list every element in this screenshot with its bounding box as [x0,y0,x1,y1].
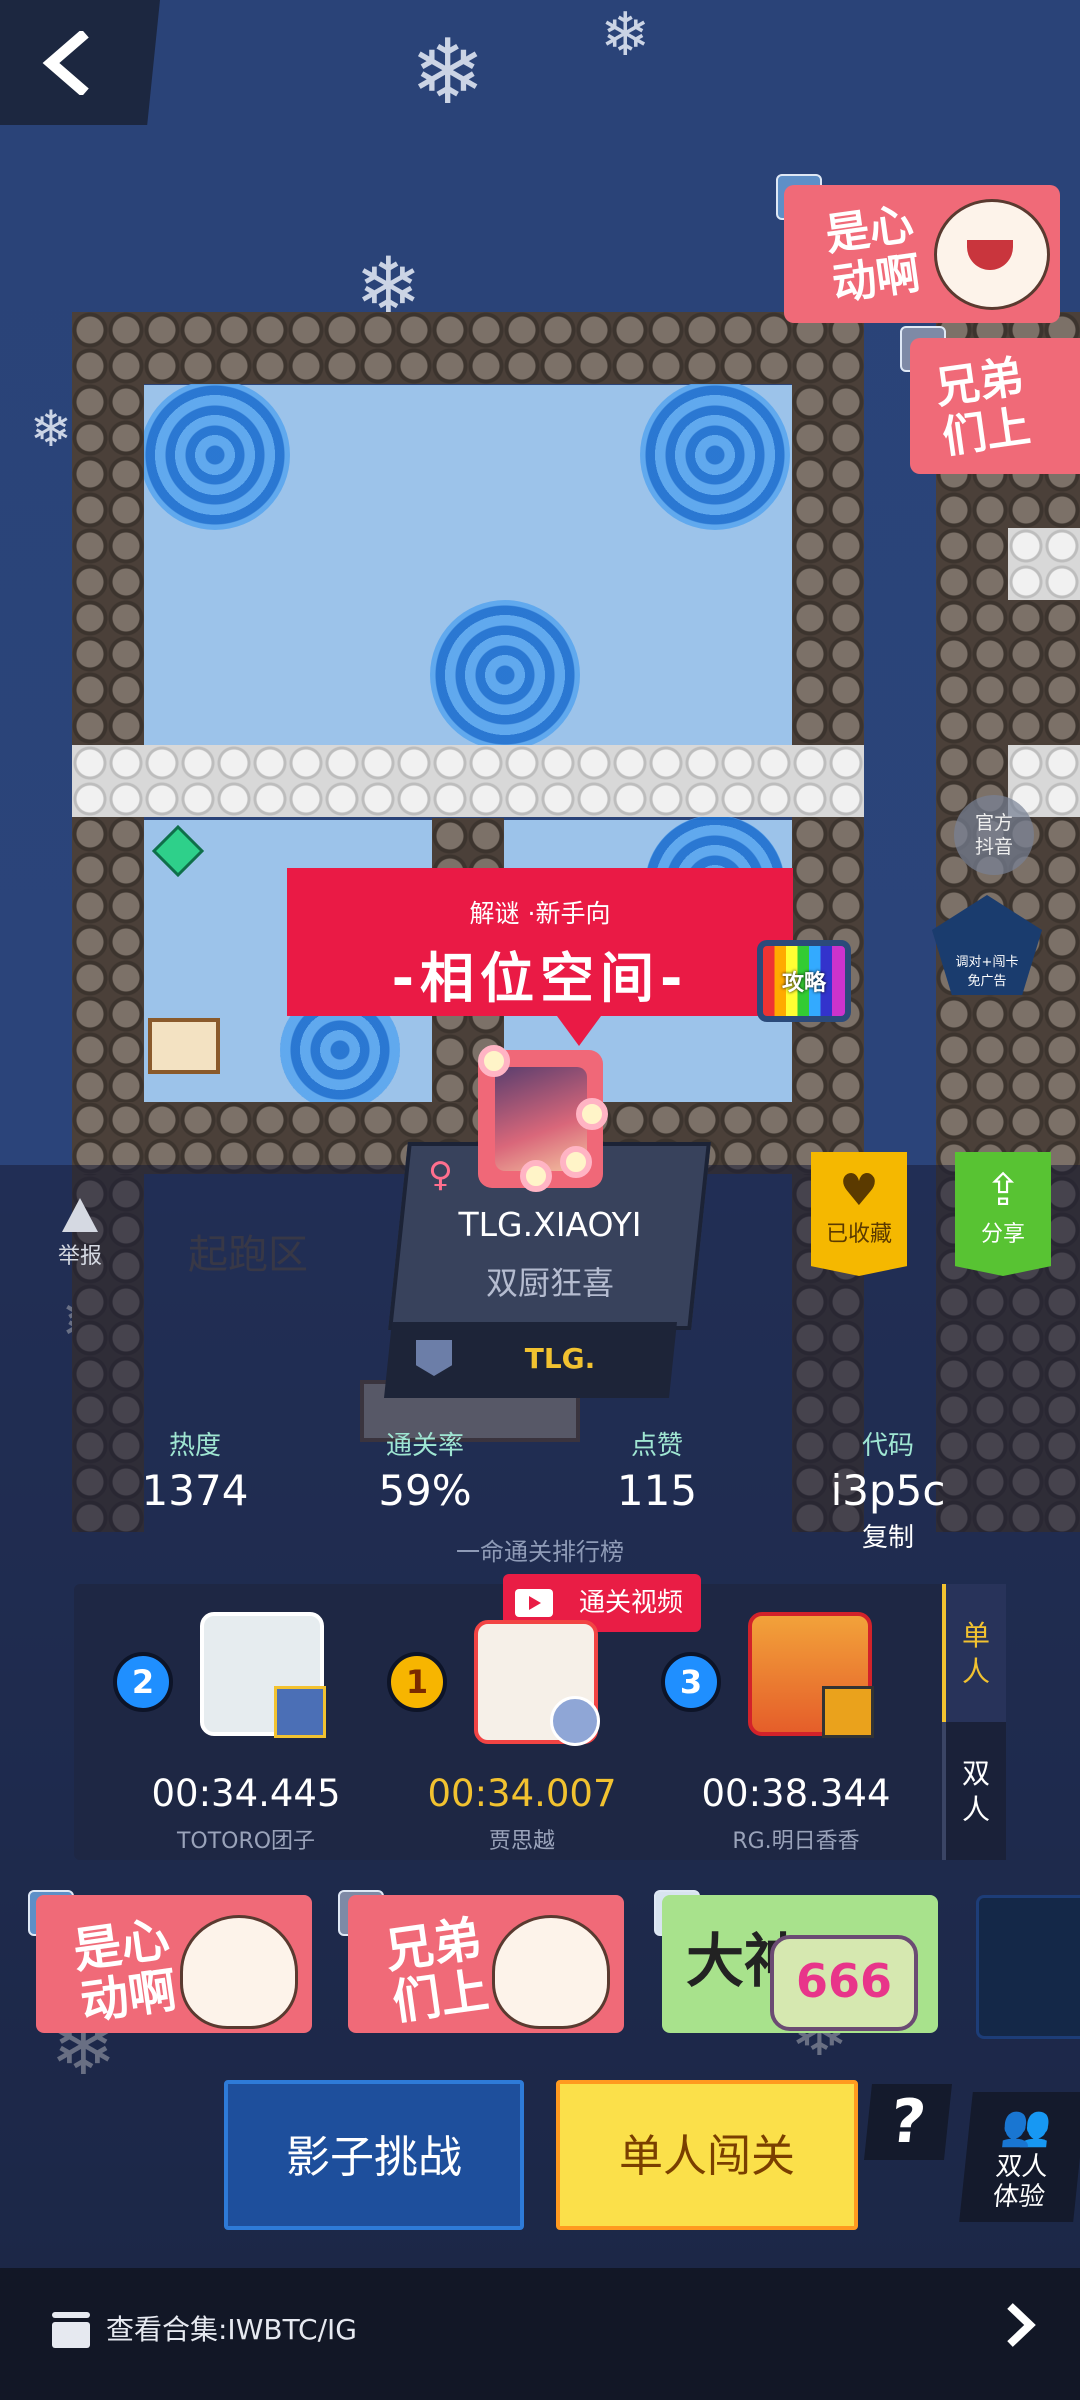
bunny-icon [934,199,1050,310]
share-button[interactable]: ⇪ 分享 [955,1152,1051,1276]
player-time: 00:34.007 [427,1772,617,1815]
tab-duo[interactable]: 双 人 [942,1722,1006,1860]
female-icon: ♀ [428,1155,453,1195]
emote-text: 是心 动啊 [69,1910,181,2032]
sticker-text: 是心 动啊 [822,198,924,311]
official-label: 官方 抖音 [974,812,1013,858]
report-label: 举报 [57,1244,102,1269]
guide-tv-button[interactable]: 攻略 [757,940,851,1022]
team-name: TLG. [524,1342,596,1375]
share-label: 分享 [980,1222,1025,1247]
bunny-icon [492,1915,610,2029]
flower-icon [560,1146,592,1178]
gem-icon [152,825,204,877]
rank-badge: 3 [661,1652,721,1712]
swirl-portal [140,380,290,530]
map-sign [148,1018,220,1074]
flower-icon [576,1098,608,1130]
stat-likes: 点赞 115 [587,1425,727,1515]
leaderboard-mode-tabs: 单 人 双 人 [942,1584,1006,1860]
level-tags: 解谜 ·新手向 [469,899,611,928]
author-title: 双厨狂喜 [485,1264,614,1302]
sticker-brothers-go: 兄弟 们上 [910,338,1080,474]
video-camera-icon [515,1589,553,1617]
back-chevron-icon [42,30,89,95]
emote-more-button[interactable] [976,1895,1080,2039]
player-time: 00:38.344 [701,1772,891,1815]
official-douyin-button[interactable]: 官方 抖音 [954,795,1034,875]
start-zone-label: 起跑区 [188,1232,308,1278]
emote-heart-moved[interactable]: 是心 动啊 [36,1895,312,2033]
snowflake-icon: ❄ [600,0,651,70]
player-avatar[interactable] [748,1612,874,1738]
emote-master-666[interactable]: 大神 666 [662,1895,938,2033]
map-wall [72,312,864,384]
player-avatar[interactable] [200,1612,326,1738]
heart-icon: ♥ [839,1165,879,1216]
tab-single[interactable]: 单 人 [942,1584,1006,1722]
two-people-icon: 👥 [998,2103,1054,2149]
stat-label: 代码 [861,1431,914,1461]
snowflake-icon: ❄ [30,400,72,458]
warning-icon [62,1198,98,1232]
stat-label: 点赞 [630,1431,683,1461]
player-name: TOTORO团子 [176,1829,316,1854]
flower-icon [478,1045,510,1077]
cake-666-icon: 666 [770,1935,918,2031]
rank-badge: 1 [387,1652,447,1712]
duo-label: 双人 体验 [991,2152,1050,2212]
avatar-badge [822,1686,874,1738]
promo-label: 调对+闯卡 免广告 [955,955,1019,989]
stat-heat: 热度 1374 [125,1425,265,1515]
bunny-icon [180,1915,298,2029]
stat-value: 59% [378,1466,472,1515]
flower-icon [520,1160,552,1192]
author-name: TLG.XIAOYI [458,1205,642,1244]
swirl-portal [430,600,580,750]
video-label: 通关视频 [578,1588,683,1618]
stat-clear-rate: 通关率 59% [355,1425,495,1515]
swirl-portal [640,380,790,530]
stat-label: 通关率 [385,1431,464,1461]
player-name: RG.明日香香 [732,1829,860,1854]
report-button[interactable]: 举报 [50,1198,110,1270]
favorite-label: 已收藏 [825,1222,892,1247]
share-icon: ⇪ [984,1165,1022,1216]
stat-value: 115 [616,1466,698,1515]
snowflake-icon: ❄ [410,20,486,125]
help-button[interactable]: ? [864,2084,952,2160]
leaderboard-title: 一命通关排行榜 [456,1538,624,1566]
stat-label: 热度 [168,1431,221,1461]
rank-badge: 2 [113,1652,173,1712]
emote-text: 兄弟 们上 [381,1910,493,2032]
emote-brothers-go[interactable]: 兄弟 们上 [348,1895,624,2033]
level-title-banner: 解谜 ·新手向 -相位空间- [287,868,793,1046]
guide-label: 攻略 [781,971,826,996]
duo-try-button[interactable]: 👥 双人 体验 [959,2092,1080,2222]
stat-value: i3p5c [830,1466,946,1515]
map-platform [1008,528,1080,600]
chevron-right-icon [1007,2303,1036,2347]
single-play-button[interactable]: 单人闯关 [556,2080,858,2230]
collection-stack-icon [52,2312,90,2348]
stat-code: 代码 i3p5c [818,1425,958,1515]
player-name: 贾思越 [488,1829,555,1854]
favorite-button[interactable]: ♥ 已收藏 [811,1152,907,1276]
collection-link[interactable]: 查看合集:IWBTC/IG [106,2308,357,2348]
avatar-badge [550,1696,600,1746]
sticker-heart-moved: 是心 动啊 [784,185,1060,323]
player-time: 00:34.445 [151,1772,341,1815]
map-platform [72,745,864,817]
avatar-badge [274,1686,326,1738]
level-name: -相位空间- [391,947,689,1010]
stat-value: 1374 [141,1466,249,1515]
shadow-challenge-button[interactable]: 影子挑战 [224,2080,524,2230]
back-button[interactable] [0,0,160,125]
player-avatar[interactable] [474,1620,600,1746]
sticker-text: 兄弟 们上 [932,351,1034,464]
